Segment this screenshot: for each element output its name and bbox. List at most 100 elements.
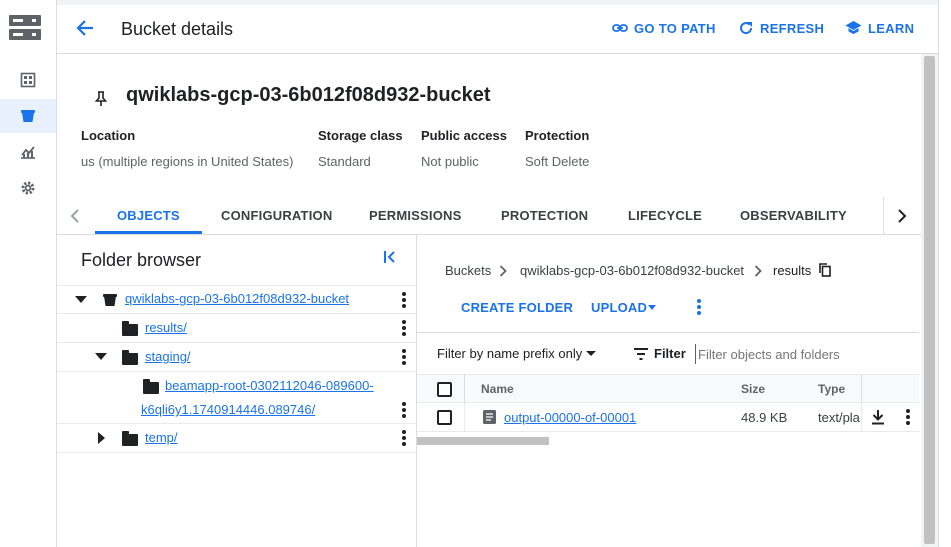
storage-class-value: Standard: [318, 154, 371, 169]
download-icon[interactable]: [871, 409, 885, 425]
more-vert-icon[interactable]: [400, 349, 408, 365]
chevron-right-icon: [754, 265, 762, 277]
school-icon: [845, 21, 862, 34]
storage-class-label: Storage class: [318, 128, 403, 143]
link-icon: [612, 24, 628, 32]
scrollbar-thumb[interactable]: [924, 56, 935, 544]
objects-table-header: Name Size Type: [417, 374, 919, 403]
more-vert-icon[interactable]: [400, 320, 408, 336]
breadcrumb-current: results: [773, 263, 812, 278]
prefix-filter-select[interactable]: Filter by name prefix only: [437, 346, 582, 361]
tab-lifecycle[interactable]: LIFECYCLE: [628, 197, 702, 234]
column-type[interactable]: Type: [818, 382, 845, 396]
storage-class-info: Storage class Standard: [318, 128, 403, 169]
row-checkbox[interactable]: [437, 410, 452, 425]
upload-button[interactable]: UPLOAD: [591, 300, 647, 315]
refresh-icon: [740, 22, 753, 35]
column-size[interactable]: Size: [741, 382, 765, 396]
more-vert-icon[interactable]: [400, 402, 408, 418]
folder-icon: [143, 379, 159, 394]
tab-configuration[interactable]: CONFIGURATION: [221, 197, 332, 234]
collapse-panel-icon[interactable]: [383, 250, 397, 269]
object-size: 48.9 KB: [741, 410, 788, 425]
chevron-right-icon: [499, 265, 507, 277]
copy-icon[interactable]: [819, 263, 831, 277]
folder-browser-title: Folder browser: [81, 250, 202, 270]
filter-label: Filter: [654, 346, 686, 361]
page-header: Bucket details GO TO PATH REFRESH LEARN: [57, 0, 938, 54]
more-vert-icon[interactable]: [400, 292, 408, 308]
tree-results-link[interactable]: results/: [145, 320, 187, 335]
tree-row-results[interactable]: results/: [57, 314, 416, 343]
tab-permissions[interactable]: PERMISSIONS: [369, 197, 462, 234]
tab-scroll-left-icon[interactable]: [57, 197, 93, 234]
refresh-label: REFRESH: [760, 20, 825, 36]
file-icon: [483, 410, 496, 424]
pin-icon[interactable]: [94, 91, 108, 112]
collapsed-caret-icon[interactable]: [98, 432, 105, 444]
tab-objects[interactable]: OBJECTS: [95, 197, 202, 234]
column-name[interactable]: Name: [481, 382, 514, 396]
left-nav-rail: [0, 0, 57, 547]
more-actions-icon[interactable]: [695, 299, 703, 315]
go-to-path-label: GO TO PATH: [634, 20, 716, 36]
filter-bar: Filter by name prefix only Filter: [417, 332, 919, 374]
protection-info: Protection Soft Delete: [525, 128, 589, 169]
buckets-nav-icon[interactable]: [0, 99, 56, 133]
monitoring-nav-icon[interactable]: [0, 135, 56, 169]
tree-beamapp-link-line2[interactable]: k6qli6y1.1740914446.089746/: [141, 402, 315, 417]
tree-staging-link[interactable]: staging/: [145, 349, 191, 364]
learn-button[interactable]: LEARN: [845, 20, 914, 36]
settings-nav-icon[interactable]: [0, 171, 56, 205]
horizontal-scrollbar-thumb[interactable]: [417, 437, 549, 445]
refresh-button[interactable]: REFRESH: [738, 20, 824, 36]
back-arrow-icon[interactable]: [75, 18, 95, 43]
protection-value: Soft Delete: [525, 154, 590, 169]
expand-caret-icon[interactable]: [95, 353, 107, 360]
vertical-scrollbar[interactable]: [921, 54, 938, 547]
folder-icon: [122, 321, 138, 336]
object-type: text/pla: [818, 410, 860, 425]
tree-row-temp[interactable]: temp/: [57, 424, 416, 453]
tree-row-bucket[interactable]: qwiklabs-gcp-03-6b012f08d932-bucket: [57, 285, 416, 314]
filter-input[interactable]: [695, 344, 915, 364]
folder-icon: [122, 431, 138, 446]
breadcrumb-bucket[interactable]: qwiklabs-gcp-03-6b012f08d932-bucket: [520, 263, 744, 278]
tree-row-beamapp[interactable]: beamapp-root-0302112046-089600- k6qli6y1…: [57, 372, 416, 424]
create-folder-button[interactable]: CREATE FOLDER: [461, 300, 573, 315]
upload-dropdown-icon[interactable]: [648, 305, 656, 310]
tree-beamapp-link-line1[interactable]: beamapp-root-0302112046-089600-: [165, 378, 374, 393]
table-row[interactable]: output-00000-of-00001 48.9 KB text/pla: [417, 403, 919, 432]
bucket-name-heading: qwiklabs-gcp-03-6b012f08d932-bucket: [126, 84, 491, 106]
prefix-dropdown-icon[interactable]: [586, 351, 596, 356]
select-all-checkbox[interactable]: [437, 382, 452, 397]
folder-browser-panel: Folder browser qwiklabs-gcp-03-6b012f08d…: [57, 235, 417, 547]
page-title: Bucket details: [121, 19, 234, 39]
tab-observability[interactable]: OBSERVABILITY: [740, 197, 847, 234]
filter-icon: [634, 348, 648, 360]
public-access-value: Not public: [421, 154, 479, 169]
overview-nav-icon[interactable]: [0, 63, 56, 97]
folder-icon: [122, 350, 138, 365]
tree-temp-link[interactable]: temp/: [145, 430, 178, 445]
tab-scroll-right-icon[interactable]: [883, 197, 919, 234]
breadcrumb-buckets[interactable]: Buckets: [445, 263, 491, 278]
location-label: Location: [81, 128, 136, 143]
tab-protection[interactable]: PROTECTION: [501, 197, 588, 234]
more-vert-icon[interactable]: [400, 430, 408, 446]
bucket-icon: [103, 294, 117, 306]
tab-bar: OBJECTS CONFIGURATION PERMISSIONS PROTEC…: [57, 197, 921, 235]
expand-caret-icon[interactable]: [75, 296, 87, 303]
location-value: us (multiple regions in United States): [81, 154, 294, 169]
object-name-link[interactable]: output-00000-of-00001: [504, 410, 636, 425]
learn-label: LEARN: [868, 20, 915, 36]
tree-row-staging[interactable]: staging/: [57, 343, 416, 372]
public-access-label: Public access: [421, 128, 507, 143]
more-vert-icon[interactable]: [904, 409, 912, 425]
right-edge: [938, 0, 951, 547]
go-to-path-button[interactable]: GO TO PATH: [612, 20, 716, 36]
tree-bucket-link[interactable]: qwiklabs-gcp-03-6b012f08d932-bucket: [125, 291, 349, 306]
storage-product-icon[interactable]: [9, 15, 41, 41]
location-info: Location us (multiple regions in United …: [81, 128, 293, 169]
public-access-info: Public access Not public: [421, 128, 507, 169]
